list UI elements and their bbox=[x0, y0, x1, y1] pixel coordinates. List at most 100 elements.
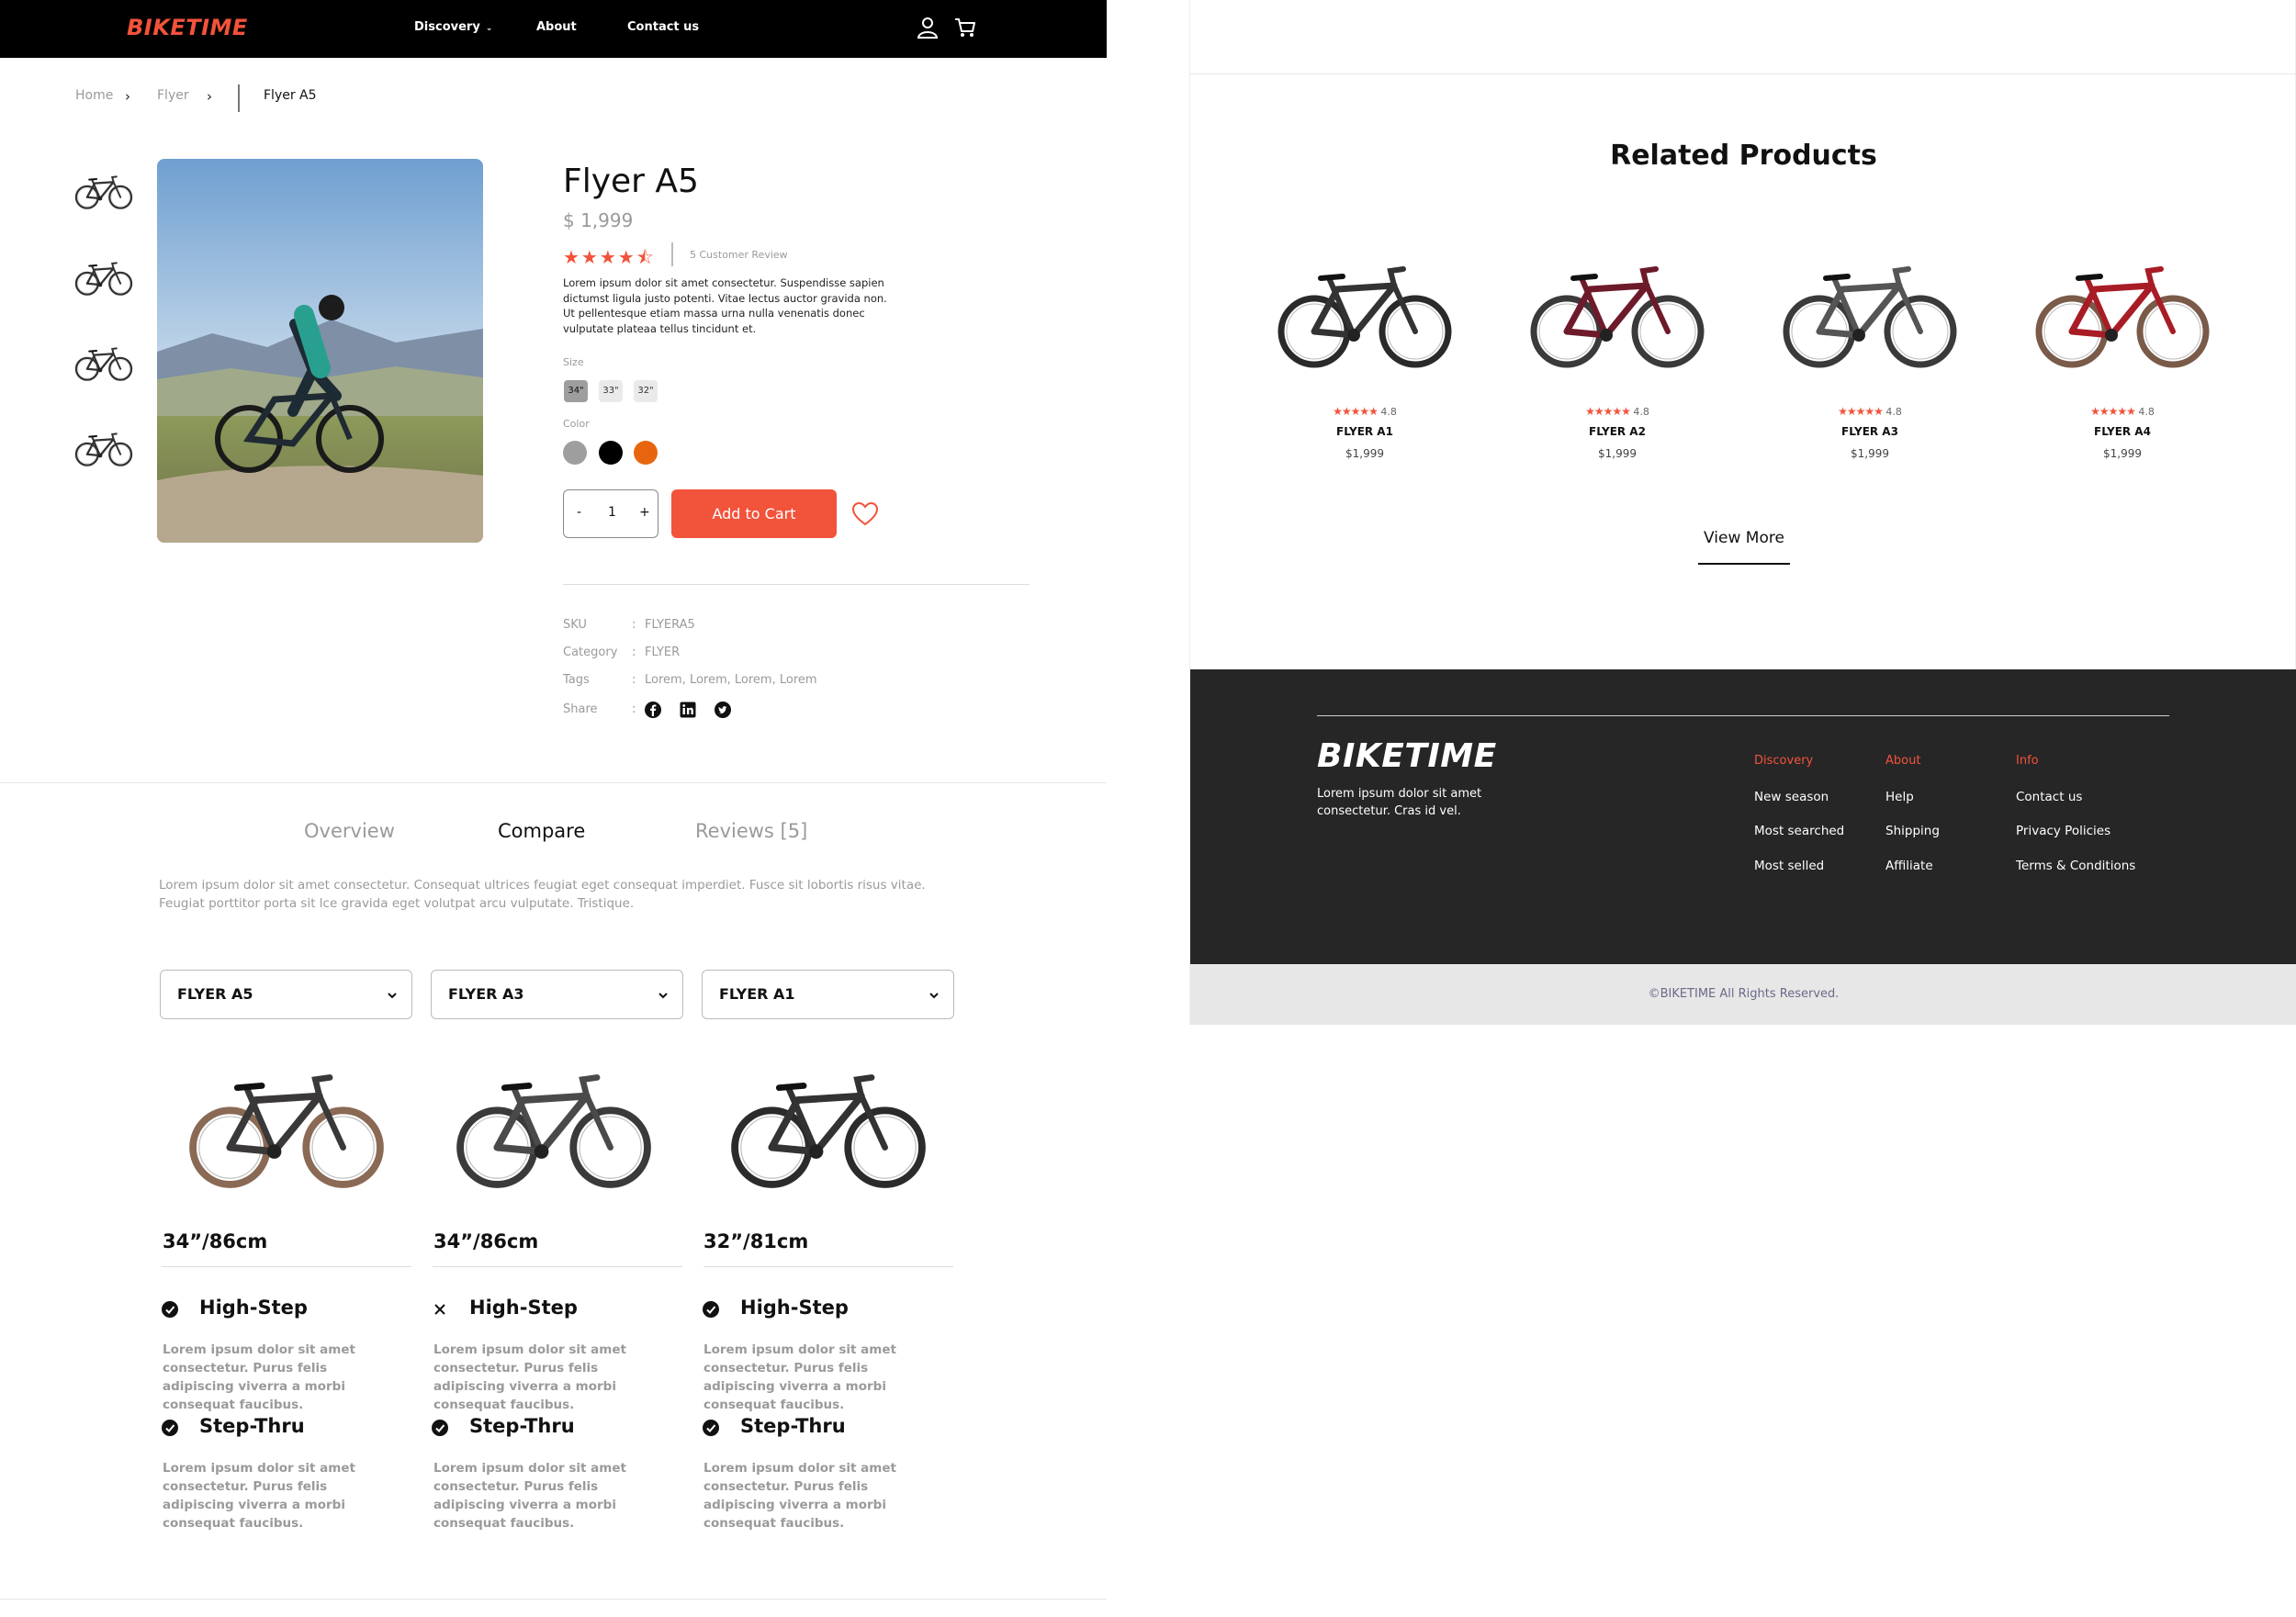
color-swatch-grey[interactable] bbox=[563, 441, 587, 465]
chevron-right-icon: › bbox=[207, 88, 212, 105]
tab-reviews[interactable]: Reviews [5] bbox=[695, 820, 807, 842]
review-count[interactable]: 5 Customer Review bbox=[690, 249, 788, 261]
product-hero-image bbox=[157, 159, 483, 543]
cart-icon[interactable] bbox=[953, 16, 977, 39]
thumbnail-3[interactable] bbox=[73, 342, 134, 385]
rating-divider bbox=[671, 242, 673, 266]
footer-link-most-searched[interactable]: Most searched bbox=[1754, 824, 1844, 838]
feature-text: Lorem ipsum dolor sit amet consectetur. … bbox=[703, 1461, 896, 1531]
linkedin-icon[interactable] bbox=[679, 701, 697, 719]
related-product-name-3[interactable]: FLYER A3 bbox=[1778, 425, 1962, 438]
tab-overview[interactable]: Overview bbox=[304, 820, 395, 842]
twitter-icon[interactable] bbox=[714, 701, 732, 719]
add-to-cart-button[interactable]: Add to Cart bbox=[671, 489, 837, 538]
tab-compare[interactable]: Compare bbox=[498, 820, 585, 842]
tags-value[interactable]: Lorem, Lorem, Lorem, Lorem bbox=[645, 673, 817, 687]
compare-bike-image-2 bbox=[450, 1065, 658, 1194]
related-product-name-1[interactable]: FLYER A1 bbox=[1273, 425, 1457, 438]
footer-heading-info: Info bbox=[2016, 754, 2039, 768]
brand-logo[interactable]: BIKETIME bbox=[127, 15, 248, 40]
footer-logo[interactable]: BIKETIME bbox=[1317, 737, 1497, 775]
user-icon[interactable] bbox=[916, 16, 940, 39]
feature-title: Step-Thru bbox=[199, 1415, 305, 1437]
footer-link-contact-us[interactable]: Contact us bbox=[2016, 790, 2082, 804]
compare-divider bbox=[433, 1266, 682, 1267]
sku-value: FLYERA5 bbox=[645, 618, 695, 632]
related-product-image-4[interactable] bbox=[2031, 258, 2214, 373]
footer-link-help[interactable]: Help bbox=[1885, 790, 1914, 804]
footer-divider bbox=[1317, 715, 2169, 716]
footer-link-terms[interactable]: Terms & Conditions bbox=[2016, 859, 2135, 873]
feature-text: Lorem ipsum dolor sit amet consectetur. … bbox=[163, 1342, 355, 1412]
color-swatch-orange[interactable] bbox=[634, 441, 658, 465]
related-product-image-1[interactable] bbox=[1273, 258, 1457, 373]
meta-colon: : bbox=[632, 702, 636, 716]
related-product-rating-4: ★★★★★ 4.8 bbox=[2090, 405, 2155, 418]
thumbnail-1[interactable] bbox=[73, 171, 134, 213]
size-option-32[interactable]: 32" bbox=[634, 380, 658, 402]
meta-colon: : bbox=[632, 673, 636, 687]
star-icons: ★★★★★ bbox=[1838, 405, 1884, 418]
quantity-decrement-button[interactable]: - bbox=[577, 505, 581, 520]
top-divider bbox=[1190, 73, 2296, 74]
quantity-value[interactable]: 1 bbox=[608, 505, 616, 520]
related-product-price-1: $1,999 bbox=[1345, 447, 1384, 460]
related-product-name-4[interactable]: FLYER A4 bbox=[2031, 425, 2214, 438]
nav-about[interactable]: About bbox=[536, 20, 577, 34]
feature-text: Lorem ipsum dolor sit amet consectetur. … bbox=[703, 1342, 896, 1412]
nav-discovery[interactable]: Discovery ⌄ bbox=[414, 20, 492, 34]
compare-bike-image-3 bbox=[725, 1065, 932, 1194]
color-swatch-black[interactable] bbox=[599, 441, 623, 465]
compare-select-value: FLYER A5 bbox=[177, 985, 253, 1003]
feature-title: High-Step bbox=[740, 1297, 849, 1319]
related-product-name-2[interactable]: FLYER A2 bbox=[1525, 425, 1709, 438]
footer-link-new-season[interactable]: New season bbox=[1754, 790, 1829, 804]
heart-icon[interactable] bbox=[851, 501, 879, 527]
star-icons: ★★★★★ bbox=[1585, 405, 1631, 418]
compare-divider bbox=[703, 1266, 953, 1267]
top-nav-bar: BIKETIME Discovery ⌄ About Contact us bbox=[0, 0, 1107, 58]
breadcrumb-divider bbox=[238, 84, 240, 112]
related-product-image-3[interactable] bbox=[1778, 258, 1962, 373]
category-value[interactable]: FLYER bbox=[645, 646, 680, 659]
bottom-divider bbox=[0, 1599, 1107, 1600]
quantity-increment-button[interactable]: + bbox=[639, 505, 650, 520]
size-option-34[interactable]: 34" bbox=[564, 380, 588, 402]
related-product-rating-1: ★★★★★ 4.8 bbox=[1333, 405, 1397, 418]
facebook-icon[interactable] bbox=[644, 701, 662, 719]
nav-contact[interactable]: Contact us bbox=[627, 20, 699, 34]
product-title: Flyer A5 bbox=[563, 163, 699, 200]
compare-size-2: 34”/86cm bbox=[433, 1230, 539, 1252]
compare-select-2[interactable]: FLYER A3 bbox=[431, 970, 683, 1019]
related-product-price-2: $1,999 bbox=[1598, 447, 1637, 460]
compare-divider bbox=[162, 1266, 411, 1267]
breadcrumb-home[interactable]: Home bbox=[75, 88, 113, 103]
feature-title: Step-Thru bbox=[740, 1415, 846, 1437]
quantity-stepper: - 1 + bbox=[563, 489, 658, 538]
compare-select-1[interactable]: FLYER A5 bbox=[160, 970, 412, 1019]
compare-select-value: FLYER A1 bbox=[719, 985, 795, 1003]
meta-colon: : bbox=[632, 618, 636, 632]
feature-text: Lorem ipsum dolor sit amet consectetur. … bbox=[433, 1342, 626, 1412]
meta-colon: : bbox=[632, 646, 636, 659]
footer-link-shipping[interactable]: Shipping bbox=[1885, 824, 1940, 838]
footer: BIKETIME Lorem ipsum dolor sit amet cons… bbox=[1190, 669, 2296, 964]
chevron-down-icon bbox=[929, 993, 939, 998]
cross-icon bbox=[434, 1304, 445, 1315]
view-more-link[interactable]: View More bbox=[1698, 529, 1790, 547]
footer-link-affiliate[interactable]: Affiliate bbox=[1885, 859, 1933, 873]
check-icon bbox=[161, 1419, 179, 1437]
related-and-footer-page: Related Products ★★★★★ 4.8 FLYER A1 $1,9… bbox=[1189, 0, 2296, 1025]
footer-link-most-selled[interactable]: Most selled bbox=[1754, 859, 1824, 873]
star-icons: ★★★★⯪ bbox=[563, 246, 656, 268]
footer-link-privacy[interactable]: Privacy Policies bbox=[2016, 824, 2110, 838]
breadcrumb-flyer[interactable]: Flyer bbox=[157, 88, 189, 103]
thumbnail-2[interactable] bbox=[73, 257, 134, 299]
thumbnail-4[interactable] bbox=[73, 428, 134, 470]
section-divider bbox=[0, 782, 1107, 783]
size-option-33[interactable]: 33" bbox=[599, 380, 623, 402]
compare-select-3[interactable]: FLYER A1 bbox=[702, 970, 954, 1019]
related-product-image-2[interactable] bbox=[1525, 258, 1709, 373]
compare-size-1: 34”/86cm bbox=[163, 1230, 268, 1252]
check-icon bbox=[431, 1419, 449, 1437]
